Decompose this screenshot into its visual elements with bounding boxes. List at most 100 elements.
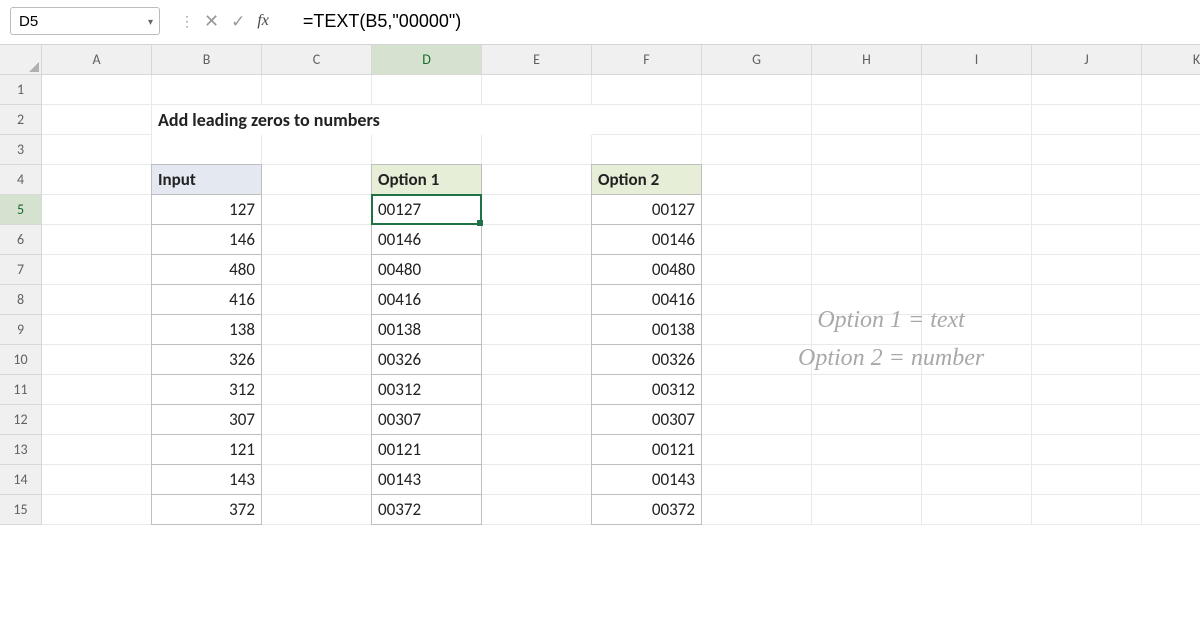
insert-function-button[interactable]: fx bbox=[257, 12, 269, 30]
cell[interactable] bbox=[1032, 435, 1142, 465]
cell[interactable] bbox=[482, 465, 592, 495]
cell[interactable] bbox=[1032, 495, 1142, 525]
cell[interactable] bbox=[812, 375, 922, 405]
cell[interactable] bbox=[1032, 135, 1142, 165]
cell[interactable] bbox=[482, 315, 592, 345]
cell[interactable] bbox=[42, 375, 152, 405]
cell[interactable] bbox=[702, 315, 812, 345]
cell[interactable] bbox=[372, 105, 482, 135]
row-header[interactable]: 13 bbox=[0, 435, 42, 465]
column-header[interactable]: C bbox=[262, 45, 372, 75]
chevron-down-icon[interactable]: ▾ bbox=[148, 15, 153, 28]
cell[interactable]: 00127 bbox=[371, 194, 482, 225]
cell[interactable] bbox=[922, 495, 1032, 525]
cell[interactable] bbox=[42, 495, 152, 525]
cell[interactable] bbox=[1032, 345, 1142, 375]
cell[interactable] bbox=[1142, 225, 1200, 255]
cell[interactable] bbox=[922, 195, 1032, 225]
cell[interactable] bbox=[592, 135, 702, 165]
cell[interactable] bbox=[152, 75, 262, 105]
cell[interactable] bbox=[702, 75, 812, 105]
cell[interactable]: 00146 bbox=[371, 224, 482, 255]
cell[interactable] bbox=[1032, 195, 1142, 225]
cell[interactable] bbox=[1032, 105, 1142, 135]
cell[interactable] bbox=[1142, 105, 1200, 135]
cell[interactable] bbox=[812, 195, 922, 225]
cell[interactable] bbox=[262, 195, 372, 225]
cell[interactable] bbox=[702, 405, 812, 435]
row-header[interactable]: 12 bbox=[0, 405, 42, 435]
cell[interactable] bbox=[482, 495, 592, 525]
cell[interactable] bbox=[42, 435, 152, 465]
cell[interactable]: Input bbox=[151, 164, 262, 195]
cell[interactable]: 00138 bbox=[371, 314, 482, 345]
cell[interactable] bbox=[1032, 375, 1142, 405]
cell[interactable] bbox=[482, 135, 592, 165]
cell[interactable] bbox=[702, 465, 812, 495]
cell[interactable] bbox=[812, 255, 922, 285]
cell[interactable] bbox=[702, 225, 812, 255]
cell[interactable] bbox=[702, 195, 812, 225]
cell[interactable] bbox=[1142, 345, 1200, 375]
cell[interactable]: 307 bbox=[151, 404, 262, 435]
cell[interactable]: 00138 bbox=[591, 314, 702, 345]
cell[interactable]: 00326 bbox=[371, 344, 482, 375]
cell[interactable] bbox=[1142, 165, 1200, 195]
cell[interactable] bbox=[262, 75, 372, 105]
cell[interactable] bbox=[262, 465, 372, 495]
cell[interactable] bbox=[922, 135, 1032, 165]
cell[interactable]: 00416 bbox=[371, 284, 482, 315]
cell[interactable] bbox=[1142, 285, 1200, 315]
cell[interactable] bbox=[262, 345, 372, 375]
cell[interactable] bbox=[262, 165, 372, 195]
row-header[interactable]: 4 bbox=[0, 165, 42, 195]
cell[interactable] bbox=[922, 465, 1032, 495]
cell[interactable] bbox=[1142, 75, 1200, 105]
cell[interactable] bbox=[42, 165, 152, 195]
cell[interactable] bbox=[482, 75, 592, 105]
cell[interactable] bbox=[812, 75, 922, 105]
column-header[interactable]: I bbox=[922, 45, 1032, 75]
cell[interactable] bbox=[812, 435, 922, 465]
cell[interactable] bbox=[922, 435, 1032, 465]
cell[interactable]: 143 bbox=[151, 464, 262, 495]
row-header[interactable]: 10 bbox=[0, 345, 42, 375]
row-header[interactable]: 2 bbox=[0, 105, 42, 135]
cell[interactable]: Option 1 bbox=[371, 164, 482, 195]
cell[interactable]: 00121 bbox=[591, 434, 702, 465]
cell[interactable] bbox=[592, 75, 702, 105]
cell[interactable] bbox=[812, 405, 922, 435]
cell[interactable] bbox=[262, 135, 372, 165]
cell[interactable] bbox=[42, 75, 152, 105]
cell[interactable] bbox=[42, 255, 152, 285]
cell[interactable] bbox=[812, 135, 922, 165]
cell[interactable] bbox=[482, 225, 592, 255]
cell[interactable] bbox=[702, 135, 812, 165]
cell[interactable] bbox=[922, 375, 1032, 405]
cell[interactable] bbox=[922, 165, 1032, 195]
select-all-corner[interactable] bbox=[0, 45, 42, 75]
cell[interactable] bbox=[262, 285, 372, 315]
cell[interactable] bbox=[1142, 135, 1200, 165]
column-header[interactable]: H bbox=[812, 45, 922, 75]
cell[interactable] bbox=[702, 495, 812, 525]
cell[interactable] bbox=[482, 105, 592, 135]
cell[interactable] bbox=[922, 75, 1032, 105]
cell[interactable] bbox=[922, 255, 1032, 285]
cell[interactable] bbox=[262, 315, 372, 345]
cell[interactable] bbox=[1032, 405, 1142, 435]
cell[interactable] bbox=[922, 405, 1032, 435]
cell[interactable] bbox=[922, 225, 1032, 255]
cell[interactable]: 00372 bbox=[371, 494, 482, 525]
cell[interactable] bbox=[262, 255, 372, 285]
row-header[interactable]: 9 bbox=[0, 315, 42, 345]
cell[interactable] bbox=[1142, 465, 1200, 495]
cell[interactable] bbox=[1032, 315, 1142, 345]
cell[interactable]: 00307 bbox=[591, 404, 702, 435]
cell[interactable] bbox=[702, 345, 812, 375]
column-header[interactable]: E bbox=[482, 45, 592, 75]
cell[interactable]: 372 bbox=[151, 494, 262, 525]
cell[interactable]: 416 bbox=[151, 284, 262, 315]
cell[interactable]: 00312 bbox=[591, 374, 702, 405]
cell[interactable] bbox=[1142, 375, 1200, 405]
